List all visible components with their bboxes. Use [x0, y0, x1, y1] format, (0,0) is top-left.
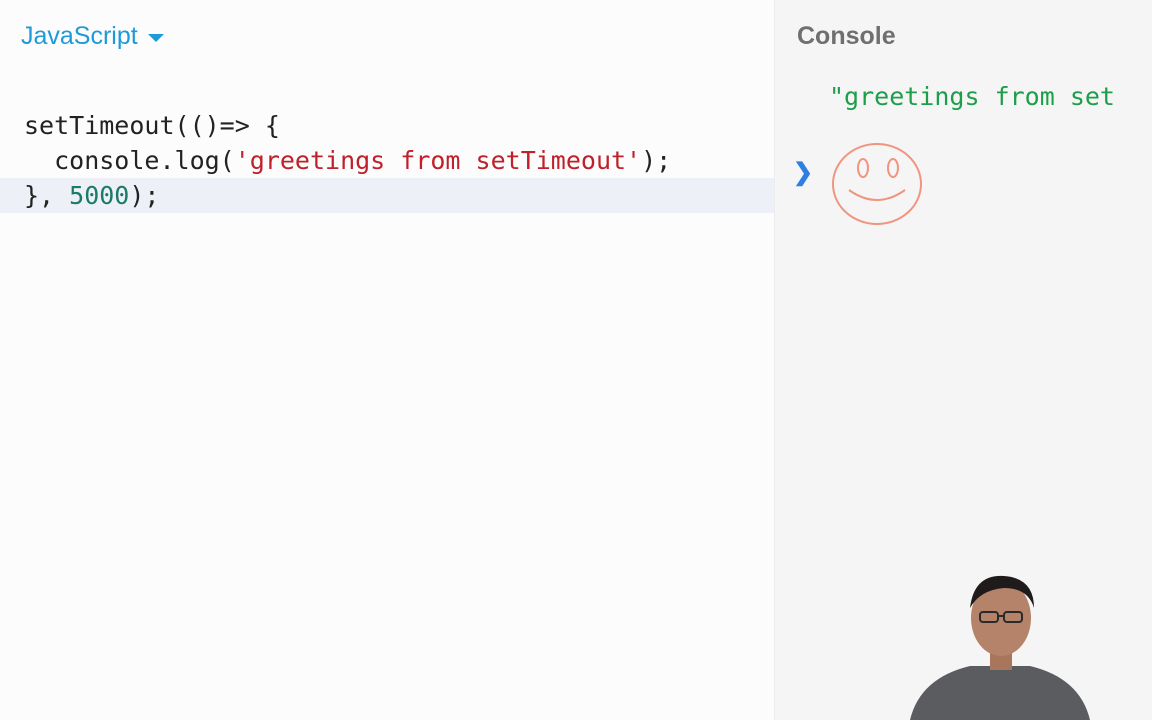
code-editor-pane[interactable]: JavaScript setTimeout(()=> { console.log… — [0, 0, 774, 720]
chevron-right-icon[interactable]: ❯ — [793, 158, 813, 187]
language-label: JavaScript — [21, 22, 138, 50]
language-selector[interactable]: JavaScript — [21, 22, 164, 51]
code-line-3[interactable]: }, 5000); — [0, 178, 774, 213]
code-token: ); — [641, 146, 672, 175]
code-token: }, — [24, 181, 70, 210]
code-line-2[interactable]: console.log('greetings from setTimeout')… — [0, 143, 774, 178]
code-token-number: 5000 — [69, 181, 130, 210]
code-line-1[interactable]: setTimeout(()=> { — [0, 108, 774, 143]
code-token-string: 'greetings from setTimeout' — [234, 146, 642, 175]
code-area[interactable]: setTimeout(()=> { console.log('greetings… — [0, 108, 774, 213]
smiley-face-drawing — [832, 143, 922, 225]
code-token: setTimeout(()=> { — [24, 111, 280, 140]
code-token: console.log( — [24, 146, 235, 175]
console-title: Console — [797, 22, 896, 50]
webcam-presenter — [910, 575, 1090, 720]
console-log-output: "greetings from set — [829, 82, 1115, 111]
caret-down-icon — [147, 34, 164, 42]
code-token: ); — [129, 181, 160, 210]
